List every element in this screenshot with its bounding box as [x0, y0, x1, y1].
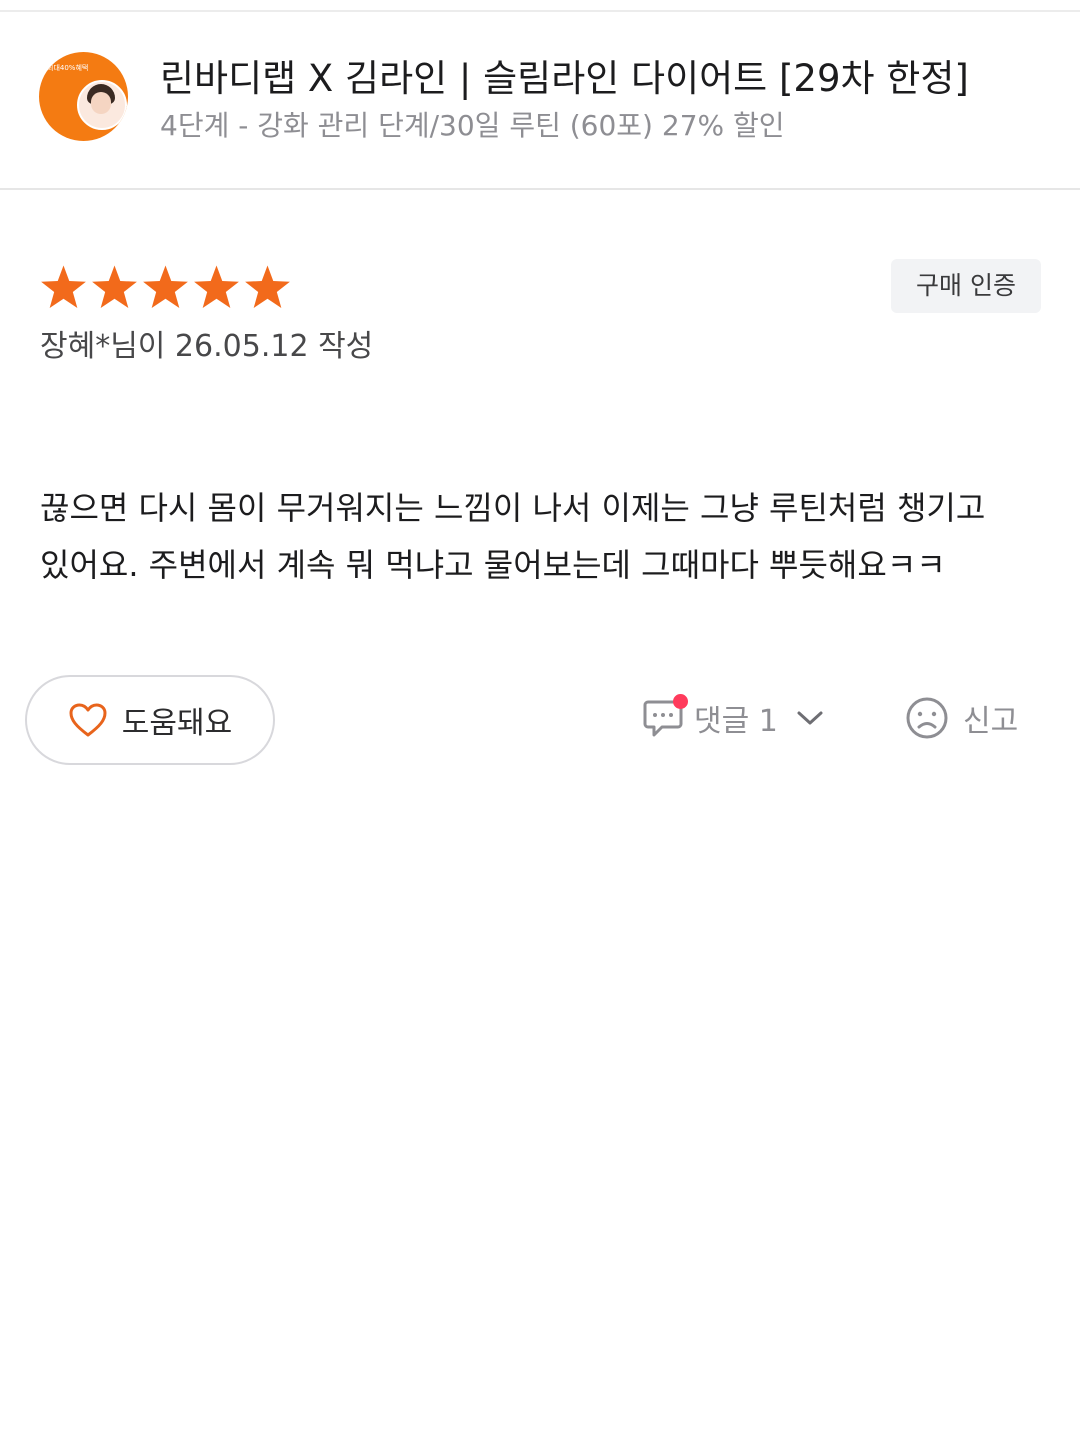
comments-toggle[interactable]: 댓글 1: [642, 694, 824, 742]
sad-face-icon: [906, 697, 948, 739]
comment-icon-wrapper: [642, 694, 688, 740]
product-option: 4단계 - 강화 관리 단계/30일 루틴 (60포) 27% 할인: [160, 109, 785, 142]
chevron-down-icon: [797, 711, 823, 725]
product-header[interactable]: 최대40%혜택 린바디랩 X 김라인 | 슬림라인 다이어트 [29차 한정] …: [0, 12, 1080, 190]
helpful-button[interactable]: 도움돼요: [25, 675, 275, 765]
purchase-verified-badge: 구매 인증: [891, 259, 1041, 313]
star-icon: [41, 265, 86, 309]
review-author-date: 장혜*님이 26.05.12 작성: [40, 329, 374, 364]
model-face: [91, 92, 111, 114]
thumbnail-promo-text: 최대40%혜택: [47, 64, 89, 72]
star-icon: [245, 265, 290, 309]
report-label: 신고: [963, 704, 1019, 739]
star-icon: [92, 265, 137, 309]
star-rating: [38, 262, 293, 314]
review-body: 끊으면 다시 몸이 무거워지는 느낌이 나서 이제는 그냥 루틴처럼 챙기고 있…: [40, 489, 986, 584]
report-button[interactable]: 신고: [905, 694, 1018, 742]
heart-icon: [69, 703, 107, 737]
helpful-label: 도움돼요: [121, 706, 233, 741]
product-thumbnail: 최대40%혜택: [39, 52, 128, 141]
new-comment-dot: [673, 694, 688, 709]
comment-count-label: 댓글 1: [694, 704, 778, 739]
product-title: 린바디랩 X 김라인 | 슬림라인 다이어트 [29차 한정]: [160, 57, 969, 100]
star-icon: [143, 265, 188, 309]
star-icon: [194, 265, 239, 309]
